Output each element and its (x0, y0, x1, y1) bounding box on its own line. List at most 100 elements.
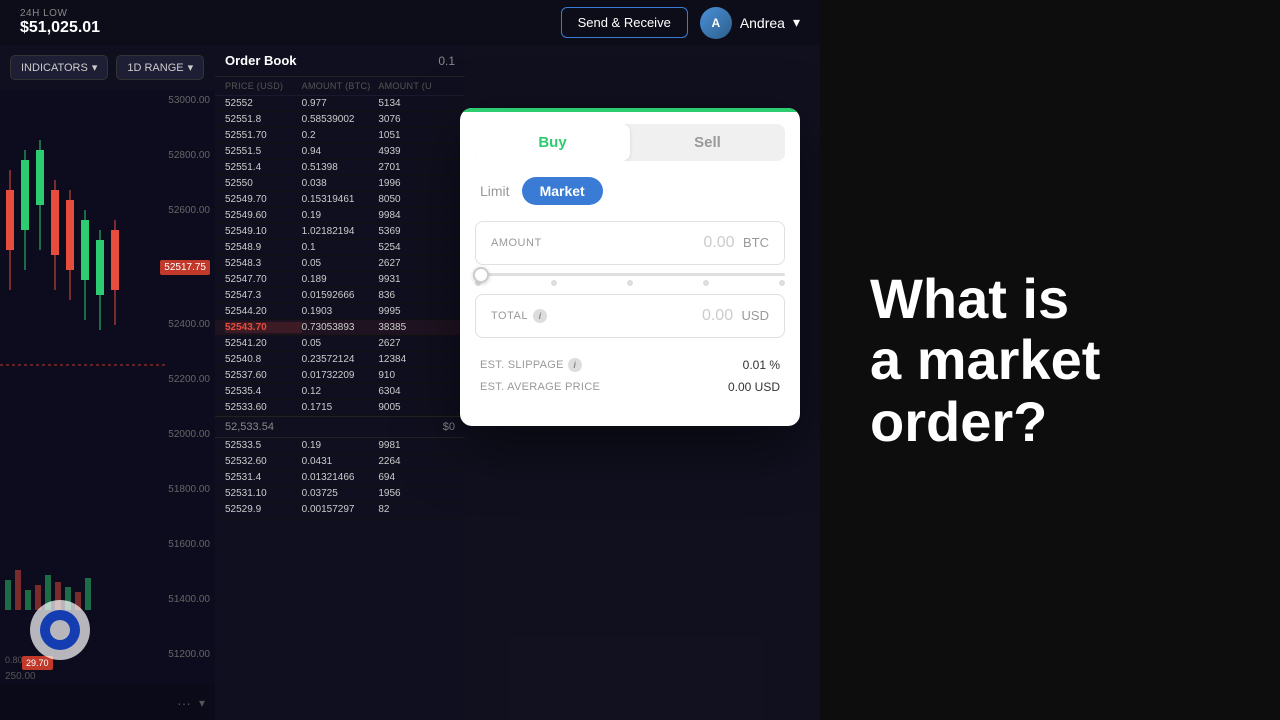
order-row: 52532.600.04312264 (215, 454, 465, 470)
price-labels: 53000.00 52800.00 52600.00 52517.75 5240… (160, 90, 210, 720)
user-menu-button[interactable]: A Andrea ▾ (700, 7, 800, 39)
hero-line-1: What is (870, 268, 1100, 330)
order-row: 52551.80.585390023076 (215, 112, 465, 128)
buy-sell-tabs: Buy Sell (475, 124, 785, 161)
trading-panel: 24H LOW $51,025.01 Send & Receive A Andr… (0, 0, 820, 720)
col-header-amount: AMOUNT (BTC) (302, 81, 379, 91)
est-slippage-label: EST. SLIPPAGE i (480, 358, 582, 372)
order-row: 52535.40.126304 (215, 384, 465, 400)
low-label: 24H LOW (20, 8, 100, 19)
order-row: 52543.700.7305389338385 (215, 320, 465, 336)
order-row: 52537.600.01732209910 (215, 368, 465, 384)
total-currency: USD (742, 308, 769, 323)
order-row: 52551.50.944939 (215, 144, 465, 160)
hero-text: What is a market order? (870, 268, 1100, 453)
order-row: 52551.40.513982701 (215, 160, 465, 176)
order-row: 52544.200.19039995 (215, 304, 465, 320)
amount-value-group: 0.00 BTC (703, 234, 769, 252)
order-book-spread: 0.1 (438, 54, 455, 68)
order-row: 52549.700.153194618050 (215, 192, 465, 208)
slippage-info-icon: i (568, 358, 582, 372)
total-section: TOTAL i 0.00 USD (475, 294, 785, 338)
limit-option[interactable]: Limit (480, 183, 510, 199)
order-type-row: Limit Market (460, 161, 800, 213)
price-label: 53000.00 (160, 95, 210, 106)
order-row: 52548.90.15254 (215, 240, 465, 256)
col-header-price: PRICE (USD) (225, 81, 302, 91)
indicators-button[interactable]: INDICATORS ▾ (10, 55, 108, 80)
slider-dot (551, 280, 557, 286)
price-label: 52000.00 (160, 429, 210, 440)
watermark-inner (40, 610, 80, 650)
amount-value: 0.00 (703, 234, 734, 251)
send-receive-button[interactable]: Send & Receive (561, 7, 688, 38)
more-icon[interactable]: ··· (177, 695, 191, 711)
est-info: EST. SLIPPAGE i 0.01 % EST. AVERAGE PRIC… (460, 346, 800, 406)
order-row: 525520.9775134 (215, 96, 465, 112)
order-row: 52547.700.1899931 (215, 272, 465, 288)
est-avg-price-value: 0.00 USD (728, 380, 780, 394)
modal-accent (460, 108, 800, 112)
order-book: Order Book 0.1 PRICE (USD) AMOUNT (BTC) … (215, 45, 465, 720)
total-label: TOTAL (491, 310, 528, 322)
price-label: 51400.00 (160, 594, 210, 605)
price-label: 51800.00 (160, 484, 210, 495)
range-label: 1D RANGE (127, 62, 183, 74)
chart-toolbar: INDICATORS ▾ 1D RANGE ▾ (0, 45, 215, 90)
total-value: 0.00 (702, 307, 733, 324)
est-avg-price-label: EST. AVERAGE PRICE (480, 380, 600, 394)
price-label: 52800.00 (160, 150, 210, 161)
bottom-controls: ··· ▾ (0, 685, 215, 720)
market-button[interactable]: Market (522, 177, 603, 205)
slider-dot (703, 280, 709, 286)
order-row: 52548.30.052627 (215, 256, 465, 272)
order-row: 525500.0381996 (215, 176, 465, 192)
indicators-label: INDICATORS (21, 62, 88, 74)
chevron-down-icon: ▾ (92, 61, 98, 74)
total-info-icon: i (533, 309, 547, 323)
chevron-down-icon[interactable]: ▾ (199, 696, 205, 710)
price-label: 52600.00 (160, 205, 210, 216)
buy-tab[interactable]: Buy (475, 124, 630, 161)
order-book-columns: PRICE (USD) AMOUNT (BTC) AMOUNT (U (215, 77, 465, 96)
est-slippage-value: 0.01 % (743, 358, 780, 372)
price-label: 51600.00 (160, 539, 210, 550)
top-bar: 24H LOW $51,025.01 Send & Receive A Andr… (0, 0, 820, 45)
bottom-price-2: 0.80 (5, 655, 23, 665)
watermark-circle (30, 600, 90, 660)
est-slippage-row: EST. SLIPPAGE i 0.01 % (480, 354, 780, 376)
slider-dot (779, 280, 785, 286)
right-panel: What is a market order? (820, 0, 1280, 720)
order-row: 52551.700.21051 (215, 128, 465, 144)
amount-label: AMOUNT (491, 237, 542, 249)
slider-dots (475, 280, 785, 286)
order-row: 52541.200.052627 (215, 336, 465, 352)
chevron-down-icon: ▾ (793, 14, 800, 31)
hero-line-2: a market (870, 329, 1100, 391)
order-row: 52549.101.021821945369 (215, 224, 465, 240)
sell-tab[interactable]: Sell (630, 124, 785, 161)
hero-line-3: order? (870, 391, 1100, 453)
order-book-title: Order Book (225, 53, 297, 68)
avatar: A (700, 7, 732, 39)
candlestick-chart (0, 90, 165, 670)
range-button[interactable]: 1D RANGE ▾ (116, 55, 204, 80)
amount-currency: BTC (743, 235, 769, 250)
order-row: 52540.80.2357212412384 (215, 352, 465, 368)
slider-thumb[interactable] (473, 267, 489, 283)
order-row: 52531.40.01321466694 (215, 470, 465, 486)
price-label: 52400.00 (160, 319, 210, 330)
user-name: Andrea (740, 15, 785, 31)
slider-track (475, 273, 785, 276)
chart-area: 53000.00 52800.00 52600.00 52517.75 5240… (0, 90, 215, 720)
order-form-modal: Buy Sell Limit Market AMOUNT 0.00 BTC (460, 108, 800, 426)
order-book-divider: 52,533.54 $0 (215, 416, 465, 438)
total-value-group: 0.00 USD (702, 307, 769, 325)
bottom-price: 250.00 (5, 671, 36, 682)
coinbase-watermark (30, 600, 90, 660)
order-row: 52549.600.199984 (215, 208, 465, 224)
order-row: 52547.30.01592666836 (215, 288, 465, 304)
order-row: 52533.600.17159005 (215, 400, 465, 416)
amount-slider[interactable] (475, 273, 785, 286)
price-tag: 52517.75 (160, 260, 210, 275)
